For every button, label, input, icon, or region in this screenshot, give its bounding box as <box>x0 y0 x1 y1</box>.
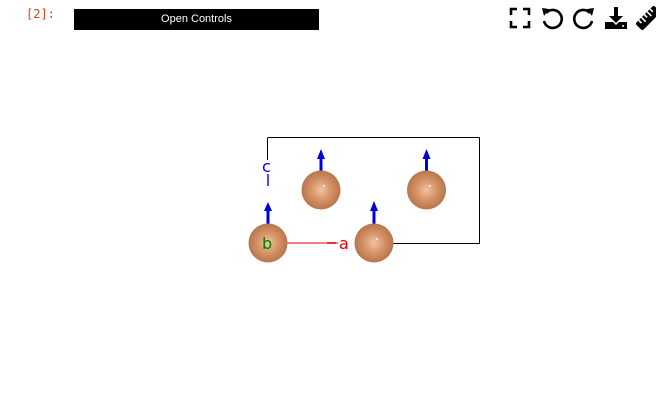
fullscreen-icon <box>509 7 531 29</box>
cell-prompt: [2]: <box>26 7 55 21</box>
spin-arrow <box>422 149 431 172</box>
atom[interactable] <box>301 170 341 210</box>
download-icon <box>605 7 627 29</box>
spin-arrow <box>264 202 272 224</box>
structure-canvas[interactable]: a c b <box>0 40 656 401</box>
atom[interactable] <box>407 170 446 210</box>
download-button[interactable] <box>602 4 630 32</box>
fullscreen-button[interactable] <box>506 4 534 32</box>
redo-button[interactable] <box>570 4 598 32</box>
axis-b-label: b <box>262 234 272 253</box>
undo-button[interactable] <box>538 4 566 32</box>
redo-icon <box>572 8 594 30</box>
atom[interactable] <box>354 223 394 263</box>
measure-button[interactable] <box>634 4 656 32</box>
open-controls-button[interactable]: Open Controls <box>74 9 319 30</box>
viewer-toolbar <box>506 4 656 32</box>
axis-c-label: c <box>262 157 271 176</box>
axis-a-label: a <box>339 234 349 253</box>
measure-icon <box>636 6 656 30</box>
undo-icon <box>542 8 564 30</box>
spin-arrow <box>317 149 325 172</box>
spin-arrow <box>370 201 378 224</box>
structure-viewer[interactable]: a c b <box>0 40 656 401</box>
